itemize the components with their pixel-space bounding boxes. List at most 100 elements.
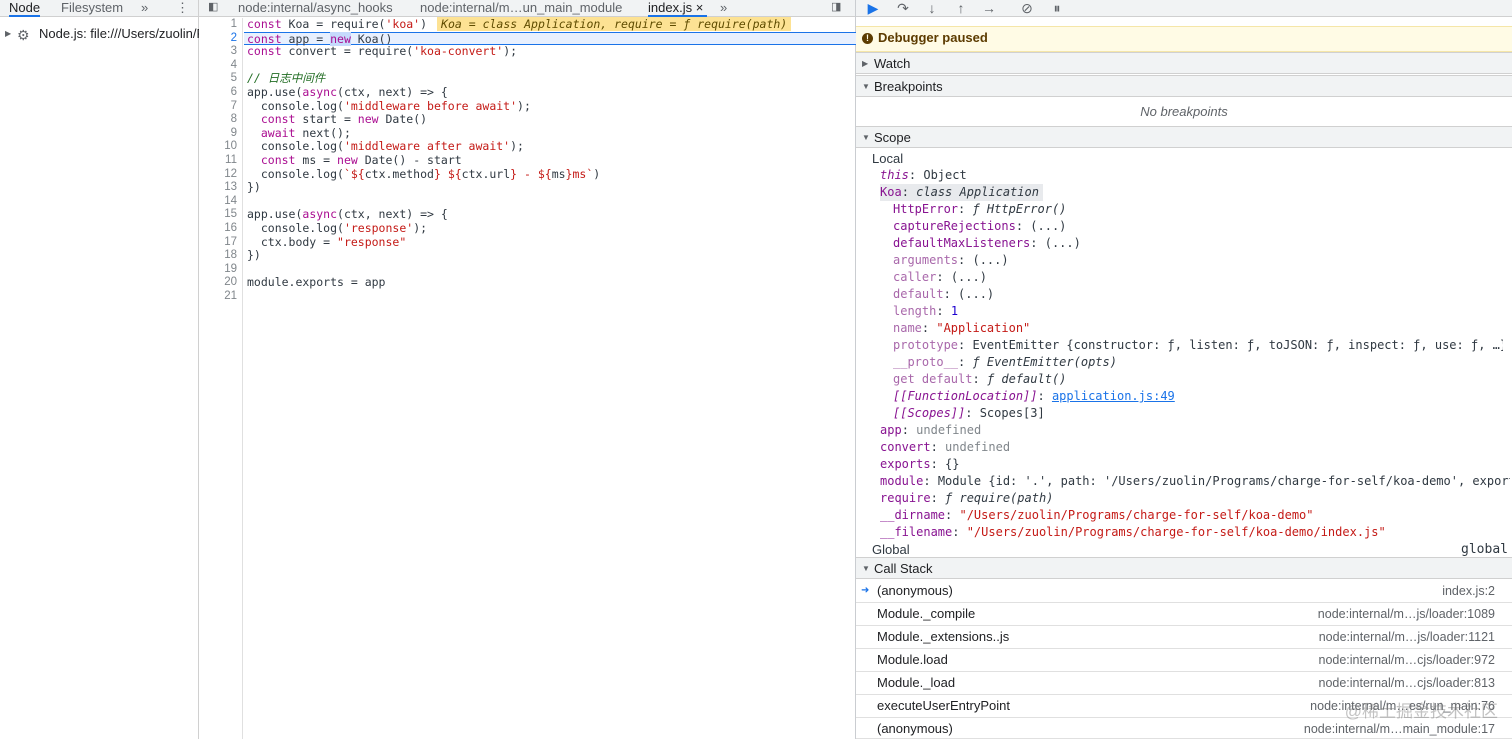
tab-filesystem[interactable]: Filesystem bbox=[61, 0, 123, 17]
line-number[interactable]: 3 bbox=[199, 45, 242, 59]
call-frame[interactable]: Module._extensions..js node:internal/m…js… bbox=[856, 626, 1512, 649]
toggle-debugger-icon[interactable]: ◨ bbox=[831, 0, 841, 17]
call-frame-selected[interactable]: ➜ (anonymous) index.js:2 bbox=[856, 580, 1512, 603]
line-number[interactable]: 1 bbox=[199, 18, 242, 32]
call-frame[interactable]: Module._compile node:internal/m…js/loader… bbox=[856, 603, 1512, 626]
line-number[interactable]: 17 bbox=[199, 236, 242, 250]
scope-row[interactable]: ▶exports: {} bbox=[880, 456, 959, 473]
function-location-link[interactable]: application.js:49 bbox=[1052, 389, 1175, 403]
call-frame-location[interactable]: node:internal/m…js/loader:1089 bbox=[1318, 603, 1495, 625]
line-number[interactable]: 9 bbox=[199, 127, 242, 141]
line-number[interactable]: 18 bbox=[199, 249, 242, 263]
resume-icon[interactable]: ▶ bbox=[865, 0, 881, 16]
line-number[interactable]: 11 bbox=[199, 154, 242, 168]
line-number[interactable]: 6 bbox=[199, 86, 242, 100]
call-frame-location[interactable]: node:internal/m…js/loader:1121 bbox=[1319, 626, 1495, 648]
scope-row[interactable]: arguments: (...) bbox=[893, 252, 1009, 269]
more-tabs-icon[interactable]: » bbox=[141, 0, 148, 17]
step-icon[interactable]: → bbox=[981, 0, 997, 16]
editor-pane: ◧ node:internal/async_hooks node:interna… bbox=[199, 0, 856, 739]
scope-row[interactable]: ▶this: Object bbox=[880, 167, 967, 184]
call-frame[interactable]: Module._load node:internal/m…cjs/loader:8… bbox=[856, 672, 1512, 695]
scope-row[interactable]: convert: undefined bbox=[880, 439, 1010, 456]
scope-row[interactable]: ▶[[Scopes]]: Scopes[3] bbox=[893, 405, 1045, 422]
close-icon[interactable]: × bbox=[696, 0, 704, 15]
call-frame-location[interactable]: node:internal/m…cjs/loader:972 bbox=[1319, 649, 1496, 671]
step-over-icon[interactable]: ↷ bbox=[895, 0, 911, 16]
scope-row[interactable]: app: undefined bbox=[880, 422, 981, 439]
line-number[interactable]: 15 bbox=[199, 208, 242, 222]
scope-local[interactable]: ▼Local bbox=[872, 150, 903, 167]
code-line: const convert = require('koa-convert'); bbox=[247, 44, 518, 59]
scope-row[interactable]: ▶module: Module {id: '.', path: '/Users/… bbox=[880, 473, 1510, 490]
navigator-pane: Node Filesystem » ⋮ ▶ ⚙ Node.js: file://… bbox=[0, 0, 199, 739]
tab-async-hooks[interactable]: node:internal/async_hooks bbox=[238, 0, 393, 17]
prop-name: Koa bbox=[880, 185, 902, 199]
line-number[interactable]: 14 bbox=[199, 195, 242, 209]
call-frame-location[interactable]: index.js:2 bbox=[1442, 580, 1495, 602]
scope-row[interactable]: defaultMaxListeners: (...) bbox=[893, 235, 1081, 252]
prop-value: (...) bbox=[950, 270, 987, 284]
line-gutter[interactable]: 1 2 3 4 5 6 7 8 9 10 11 12 13 14 15 16 1… bbox=[199, 18, 243, 739]
code-line: console.log('response'); bbox=[247, 220, 428, 235]
line-number[interactable]: 19 bbox=[199, 263, 242, 277]
scope-row[interactable]: ▶HttpError: ƒ HttpError() bbox=[893, 201, 1066, 218]
more-tabs-icon[interactable]: » bbox=[720, 0, 727, 17]
paused-label: Debugger paused bbox=[878, 30, 988, 45]
line-number[interactable]: 21 bbox=[199, 290, 242, 304]
line-number[interactable]: 10 bbox=[199, 140, 242, 154]
prop-name: exports bbox=[880, 457, 931, 471]
prop-value: (...) bbox=[1044, 236, 1081, 250]
scope-row[interactable]: ▶prototype: EventEmitter {constructor: ƒ… bbox=[893, 337, 1503, 354]
prop-name: default bbox=[893, 287, 944, 301]
scope-row[interactable]: ▶require: ƒ require(path) bbox=[880, 490, 1053, 507]
scope-row[interactable]: default: (...) bbox=[893, 286, 994, 303]
collapse-triangle-icon: ▼ bbox=[862, 564, 870, 573]
step-out-icon[interactable]: ↑ bbox=[953, 0, 969, 16]
scope-row[interactable]: [[FunctionLocation]]: application.js:49 bbox=[893, 388, 1175, 405]
step-into-icon[interactable]: ↓ bbox=[924, 0, 940, 16]
expand-triangle-icon[interactable]: ▶ bbox=[5, 24, 11, 44]
watch-section-header[interactable]: ▶ Watch bbox=[856, 52, 1512, 74]
tab-index-js[interactable]: index.js × bbox=[648, 0, 708, 17]
tab-run-main-module[interactable]: node:internal/m…un_main_module bbox=[420, 0, 622, 17]
line-number[interactable]: 7 bbox=[199, 100, 242, 114]
toggle-navigator-icon[interactable]: ◧ bbox=[208, 0, 218, 17]
scope-row[interactable]: ▶get default: ƒ default() bbox=[893, 371, 1066, 388]
scope-row[interactable]: caller: (...) bbox=[893, 269, 987, 286]
section-label: Call Stack bbox=[874, 561, 933, 576]
call-stack-section-header[interactable]: ▼ Call Stack bbox=[856, 557, 1512, 579]
scope-row-selected[interactable]: ▼Koa: class Application bbox=[880, 184, 1043, 201]
scope-row[interactable]: captureRejections: (...) bbox=[893, 218, 1066, 235]
code-line: module.exports = app bbox=[247, 275, 386, 290]
menu-icon[interactable]: ⋮ bbox=[176, 0, 189, 17]
line-number[interactable]: 12 bbox=[199, 168, 242, 182]
scope-global[interactable]: ▶Globalglobal bbox=[872, 541, 1512, 558]
line-number[interactable]: 5 bbox=[199, 72, 242, 86]
tab-node[interactable]: Node bbox=[9, 0, 41, 17]
pause-on-exceptions-icon[interactable]: ⏸ bbox=[1049, 0, 1065, 16]
scope-row[interactable]: __filename: "/Users/zuolin/Programs/char… bbox=[880, 524, 1386, 541]
line-number[interactable]: 13 bbox=[199, 181, 242, 195]
code-editor[interactable]: const Koa = require('koa') Koa = class Ap… bbox=[244, 17, 856, 303]
line-number[interactable]: 8 bbox=[199, 113, 242, 127]
debugger-paused-banner: ! Debugger paused bbox=[856, 26, 1512, 52]
breakpoints-section-header[interactable]: ▼ Breakpoints bbox=[856, 75, 1512, 97]
tree-item-nodejs[interactable]: ▶ ⚙ Node.js: file:///Users/zuolin/P bbox=[0, 24, 199, 44]
deactivate-breakpoints-icon[interactable]: ⊘ bbox=[1019, 0, 1035, 16]
scope-row[interactable]: length: 1 bbox=[893, 303, 958, 320]
scope-row[interactable]: __dirname: "/Users/zuolin/Programs/charg… bbox=[880, 507, 1314, 524]
prop-value: ƒ default() bbox=[986, 372, 1067, 386]
code-line: await next(); bbox=[260, 125, 351, 140]
scope-row[interactable]: name: "Application" bbox=[893, 320, 1030, 337]
scope-row[interactable]: ▶__proto__: ƒ EventEmitter(opts) bbox=[893, 354, 1117, 371]
line-number[interactable]: 2 bbox=[199, 32, 242, 46]
line-number[interactable]: 16 bbox=[199, 222, 242, 236]
call-frame[interactable]: Module.load node:internal/m…cjs/loader:97… bbox=[856, 649, 1512, 672]
prop-name: [[FunctionLocation]] bbox=[893, 389, 1038, 403]
scope-local-label: Local bbox=[872, 151, 904, 166]
line-number[interactable]: 4 bbox=[199, 59, 242, 73]
scope-section-header[interactable]: ▼ Scope bbox=[856, 126, 1512, 148]
call-frame-location[interactable]: node:internal/m…cjs/loader:813 bbox=[1319, 672, 1496, 694]
line-number[interactable]: 20 bbox=[199, 276, 242, 290]
